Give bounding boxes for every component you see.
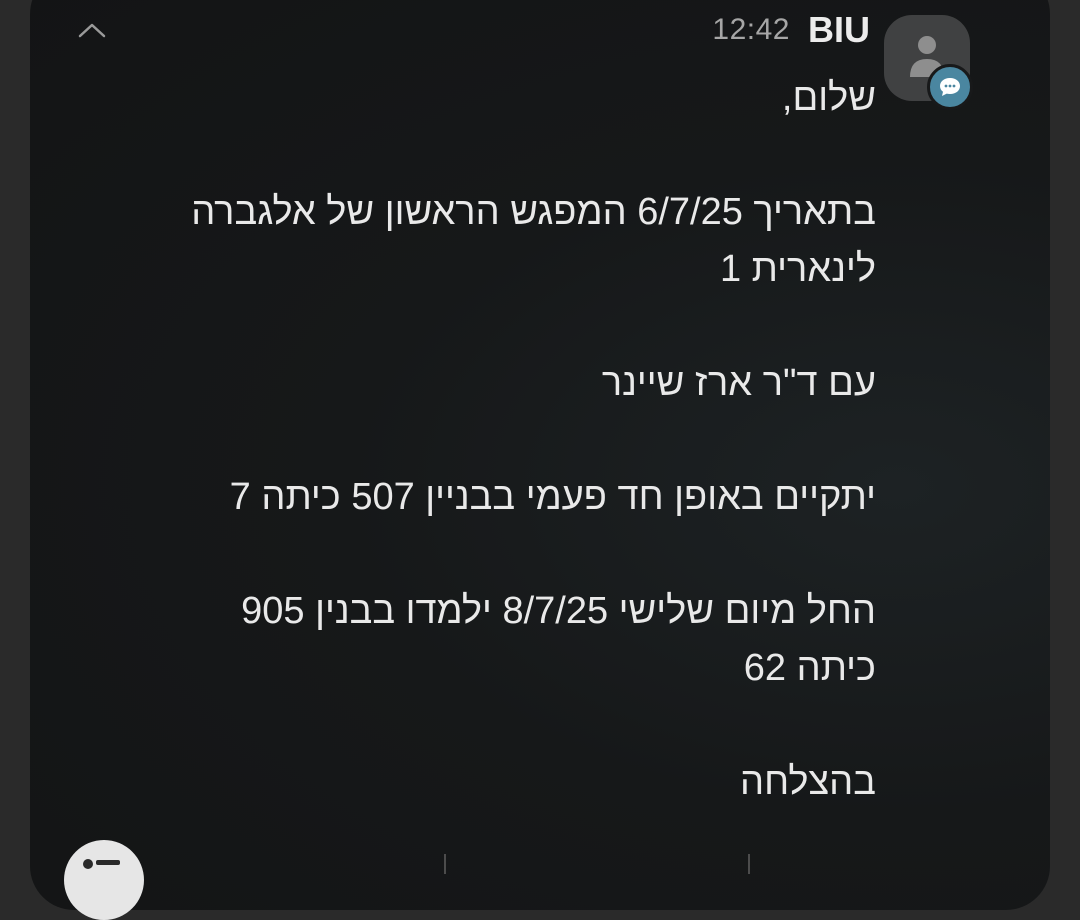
message-bubble-icon xyxy=(940,78,960,96)
message-line: החל מיום שלישי 8/7/25 ילמדו בבנין 905 כי… xyxy=(241,590,876,689)
chevron-up-icon xyxy=(78,23,106,38)
collapse-button[interactable] xyxy=(74,14,110,46)
reply-button[interactable] xyxy=(64,840,144,920)
message-line: עם ד"ר ארז שיינר xyxy=(601,362,876,404)
message-line: שלום, xyxy=(781,77,876,119)
reply-icon xyxy=(83,859,120,869)
message-badge xyxy=(927,64,973,110)
sender-name: BIU xyxy=(808,9,870,50)
action-divider xyxy=(444,854,446,874)
message-line: בהצלחה xyxy=(740,761,876,803)
action-bar xyxy=(30,836,1050,920)
message-line: בתאריך 6/7/25 המפגש הראשון של אלגברה לינ… xyxy=(191,191,876,290)
message-body: שלום, בתאריך 6/7/25 המפגש הראשון של אלגב… xyxy=(156,70,876,811)
message-line: יתקיים באופן חד פעמי בבניין 507 כיתה 7 xyxy=(229,476,876,518)
action-divider xyxy=(748,854,750,874)
notification-time: 12:42 xyxy=(712,13,790,46)
